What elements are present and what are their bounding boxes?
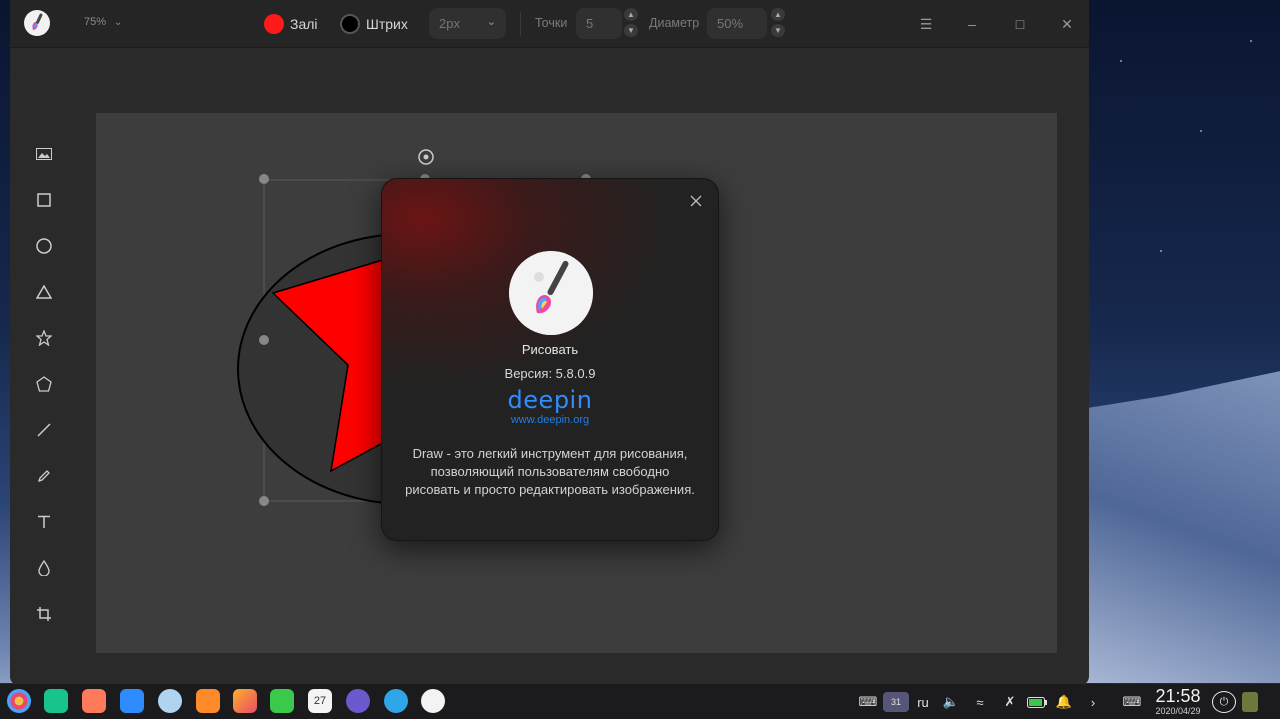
chevron-up-icon[interactable]: ▲ [624, 8, 638, 21]
star-icon[interactable] [30, 324, 58, 352]
wifi-icon[interactable]: ≈ [969, 692, 991, 712]
website-link[interactable]: www.deepin.org [382, 414, 718, 426]
music-icon[interactable] [270, 689, 294, 713]
rectangle-icon[interactable] [30, 186, 58, 214]
resize-handle [259, 496, 269, 506]
wallpaper-mountain [1085, 370, 1280, 690]
volume-icon[interactable]: 🔈 [940, 692, 962, 712]
triangle-icon[interactable] [30, 278, 58, 306]
stroke-button[interactable]: Штрих [340, 0, 408, 48]
zoom-select[interactable]: 75% ⌄ [84, 16, 122, 28]
pencil-icon[interactable] [30, 462, 58, 490]
keyboard-icon[interactable]: ⌨ [855, 692, 881, 712]
taskbar-dock: 27 ⌨ 31 ru 🔈 ≈ ✗ 🔔 › ⌨ 21:58 2020/04/29 … [0, 683, 1280, 719]
rotate-handle-icon [418, 149, 434, 165]
chevron-down-icon[interactable]: ▼ [771, 24, 785, 37]
storage-icon[interactable]: 31 [883, 692, 909, 712]
file-manager-icon[interactable] [120, 689, 144, 713]
draw-app-icon[interactable] [421, 689, 445, 713]
stroke-width-select[interactable]: 2px ⌄ [429, 8, 506, 39]
calendar-day: 27 [313, 695, 327, 707]
image-viewer-icon[interactable] [233, 689, 257, 713]
diameter-stepper[interactable]: ▲ ▼ [771, 8, 785, 37]
polygon-icon[interactable] [30, 370, 58, 398]
tools-sidebar [10, 48, 78, 686]
points-value: 5 [586, 16, 594, 31]
fill-color-swatch [264, 14, 284, 34]
app-name: Рисовать [521, 342, 579, 357]
virtual-keyboard-icon[interactable]: ⌨ [1120, 692, 1144, 712]
fill-button[interactable]: Залі [264, 0, 318, 48]
settings-gear-icon[interactable] [346, 689, 370, 713]
resize-handle [259, 335, 269, 345]
keyboard-layout[interactable]: ru [912, 692, 934, 712]
wallpaper-star [1200, 130, 1202, 132]
ellipse-icon[interactable] [30, 232, 58, 260]
minimize-icon[interactable]: – [960, 12, 984, 36]
about-dialog: Рисовать Версия: 5.8.0.9 deepin www.deep… [381, 178, 719, 541]
launcher-icon[interactable] [7, 689, 31, 713]
chevron-down-icon: ⌄ [114, 16, 123, 28]
maximize-icon[interactable]: □ [1008, 12, 1032, 36]
toolbar-divider [520, 12, 521, 36]
app-version: Версия: 5.8.0.9 [504, 366, 596, 381]
multitasking-icon[interactable] [44, 689, 68, 713]
close-icon[interactable]: ✕ [1055, 12, 1079, 36]
blur-icon[interactable] [30, 554, 58, 582]
chevron-down-icon[interactable]: ▼ [624, 24, 638, 37]
archive-icon[interactable] [196, 689, 220, 713]
stroke-width-value: 2px [439, 16, 460, 31]
line-icon[interactable] [30, 416, 58, 444]
titlebar: 75% ⌄ Залі Штрих 2px ⌄ Точки 5 ▲ ▼ Диаме… [10, 0, 1089, 48]
points-label: Точки [535, 16, 568, 30]
trash-icon[interactable] [1242, 692, 1258, 712]
telegram-icon[interactable] [384, 689, 408, 713]
clock-date: 2020/04/29 [1155, 706, 1201, 716]
diameter-label: Диаметр [649, 16, 700, 30]
image-icon[interactable] [30, 140, 58, 168]
deepin-logo: deepin [507, 386, 593, 414]
battery-icon[interactable] [1025, 692, 1049, 712]
stroke-label: Штрих [366, 16, 408, 32]
app-logo-icon[interactable] [24, 10, 50, 36]
calendar-icon[interactable]: 27 [308, 689, 332, 713]
points-stepper[interactable]: ▲ ▼ [624, 8, 638, 37]
app-store-icon[interactable] [82, 689, 106, 713]
diameter-input[interactable]: 50% [707, 8, 767, 39]
wallpaper-star [1120, 60, 1122, 62]
notification-bell-icon[interactable]: 🔔 [1053, 692, 1075, 712]
clock-time[interactable]: 21:58 [1148, 686, 1208, 707]
chevron-right-icon[interactable]: › [1083, 692, 1103, 712]
power-icon[interactable]: ⏻ [1212, 691, 1236, 713]
wallpaper-star [1250, 40, 1252, 42]
points-input[interactable]: 5 [576, 8, 622, 39]
wallpaper-star [1160, 250, 1162, 252]
zoom-value: 75% [84, 16, 107, 28]
resize-handle [259, 174, 269, 184]
network-off-icon[interactable]: ✗ [999, 692, 1021, 712]
crop-icon[interactable] [30, 600, 58, 628]
app-icon [509, 251, 593, 335]
stroke-color-swatch [340, 14, 360, 34]
text-icon[interactable] [30, 508, 58, 536]
browser-icon[interactable] [158, 689, 182, 713]
close-icon[interactable] [688, 193, 704, 209]
menu-icon[interactable]: ☰ [914, 12, 938, 36]
app-description: Draw - это легкий инструмент для рисован… [405, 446, 695, 497]
chevron-up-icon[interactable]: ▲ [771, 8, 785, 21]
chevron-down-icon: ⌄ [486, 16, 496, 28]
diameter-value: 50% [717, 16, 744, 31]
fill-label: Залі [290, 16, 318, 32]
